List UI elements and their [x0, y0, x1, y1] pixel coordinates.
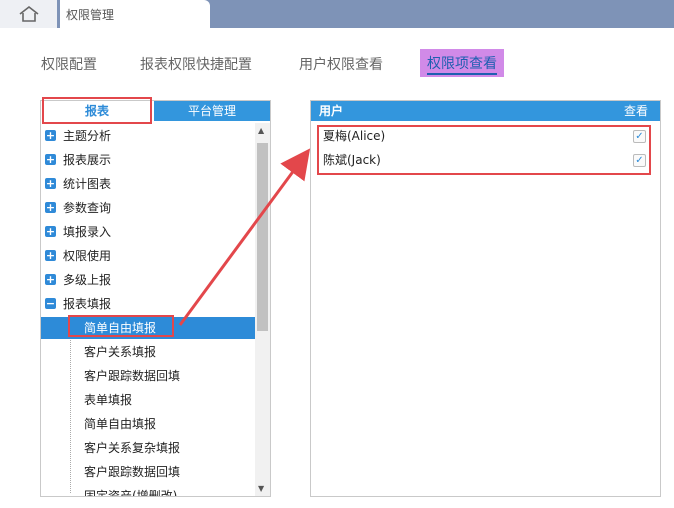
annotation-arrow [178, 148, 311, 326]
